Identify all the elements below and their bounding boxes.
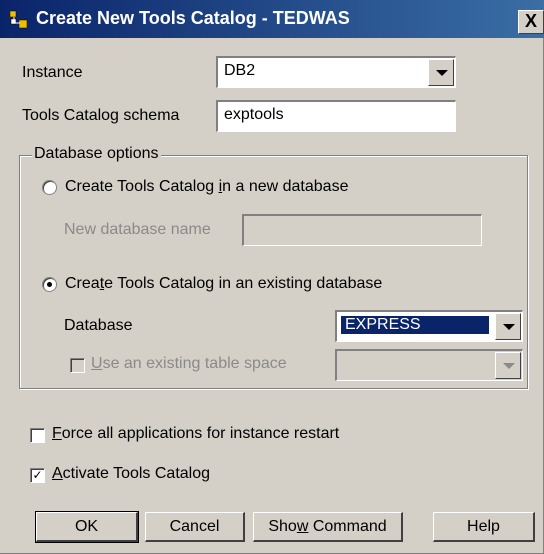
existing-database-radio-label[interactable]: Create Tools Catalog in an existing data…	[65, 275, 382, 293]
new-database-radio-label[interactable]: Create Tools Catalog in a new database	[65, 178, 348, 196]
new-database-name-input[interactable]	[242, 214, 482, 246]
instance-value: DB2	[224, 62, 256, 79]
schema-value: exptools	[224, 106, 284, 123]
close-button[interactable]: X	[518, 10, 544, 34]
chevron-down-icon[interactable]	[495, 352, 521, 379]
chevron-down-icon[interactable]	[428, 59, 454, 86]
close-icon: X	[524, 11, 537, 31]
new-database-name-label: New database name	[64, 221, 211, 238]
existing-database-radio[interactable]	[42, 277, 57, 292]
window-title: Create New Tools Catalog - TEDWAS	[36, 8, 350, 28]
dialog-window: Create New Tools Catalog - TEDWAS X Inst…	[0, 0, 544, 554]
force-applications-label[interactable]: Force all applications for instance rest…	[52, 425, 339, 443]
schema-label: Tools Catalog schema	[22, 107, 180, 124]
chevron-down-icon[interactable]	[495, 313, 521, 340]
cancel-button[interactable]: Cancel	[145, 512, 245, 542]
help-button[interactable]: Help	[433, 512, 535, 542]
instance-label: Instance	[22, 64, 83, 81]
ok-button[interactable]: OK	[35, 511, 139, 543]
use-table-space-label[interactable]: Use an existing table space	[91, 355, 287, 373]
database-options-title: Database options	[32, 145, 161, 163]
instance-select[interactable]: DB2	[216, 56, 456, 88]
tools-catalog-icon	[9, 9, 32, 29]
title-bar: Create New Tools Catalog - TEDWAS X	[0, 0, 544, 38]
database-select[interactable]: EXPRESS	[335, 310, 523, 342]
database-label: Database	[64, 317, 133, 334]
show-command-button[interactable]: Show Command	[253, 512, 403, 542]
use-table-space-checkbox[interactable]	[70, 358, 85, 373]
database-value: EXPRESS	[341, 316, 489, 334]
force-applications-checkbox[interactable]	[30, 428, 45, 443]
table-space-select[interactable]	[335, 349, 523, 381]
activate-tools-catalog-checkbox[interactable]: ✓	[30, 468, 45, 483]
schema-input[interactable]: exptools	[216, 100, 456, 132]
activate-tools-catalog-label[interactable]: Activate Tools Catalog	[52, 465, 210, 483]
new-database-radio[interactable]	[42, 180, 57, 195]
